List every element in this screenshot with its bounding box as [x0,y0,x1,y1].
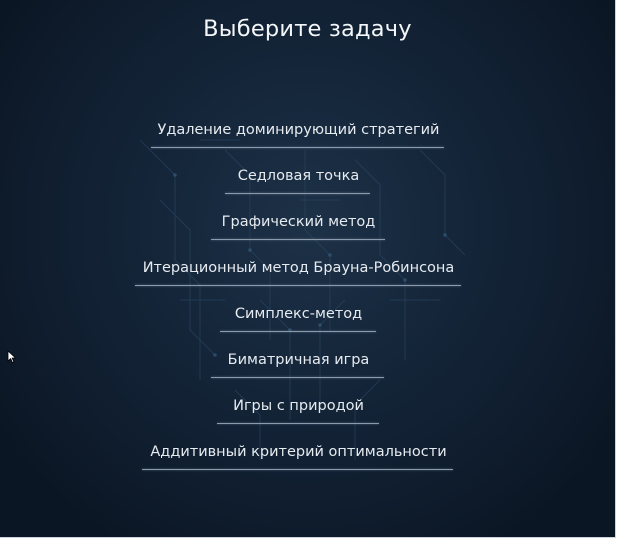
menu-item-label: Биматричная игра [227,352,370,368]
menu-item-underline [220,331,376,332]
menu-item-label: Игры с природой [233,398,364,414]
menu-item-brown-robinson[interactable]: Итерационный метод Брауна-Робинсона [0,258,615,290]
menu-item-underline [151,147,444,148]
menu-item-label: Удаление доминирующий стратегий [157,122,440,138]
menu-item-underline [225,193,370,194]
menu-item-label: Аддитивный критерий оптимальности [150,444,447,460]
menu-item-games-with-nature[interactable]: Игры с природой [0,396,615,428]
page-title: Выберите задачу [203,16,412,42]
menu-item-saddle-point[interactable]: Седловая точка [0,166,615,198]
menu-item-label: Седловая точка [237,168,360,184]
menu-item-graphical-method[interactable]: Графический метод [0,212,615,244]
menu-item-dominated-strategies[interactable]: Удаление доминирующий стратегий [0,120,615,152]
menu-item-underline [142,469,453,470]
menu-item-label: Итерационный метод Брауна-Робинсона [142,260,455,276]
menu-item-simplex-method[interactable]: Симплекс-метод [0,304,615,336]
menu-item-underline [211,377,384,378]
menu-item-underline [217,423,379,424]
menu-item-underline [135,285,461,286]
menu-item-additive-criterion[interactable]: Аддитивный критерий оптимальности [0,442,615,474]
menu-item-bimatrix-game[interactable]: Биматричная игра [0,350,615,382]
menu-item-label: Графический метод [221,214,376,230]
task-selection-window: Выберите задачу Удаление доминирующий ст… [0,0,616,538]
mouse-pointer-icon [7,350,16,363]
menu-item-label: Симплекс-метод [234,306,363,322]
menu-item-underline [211,239,385,240]
